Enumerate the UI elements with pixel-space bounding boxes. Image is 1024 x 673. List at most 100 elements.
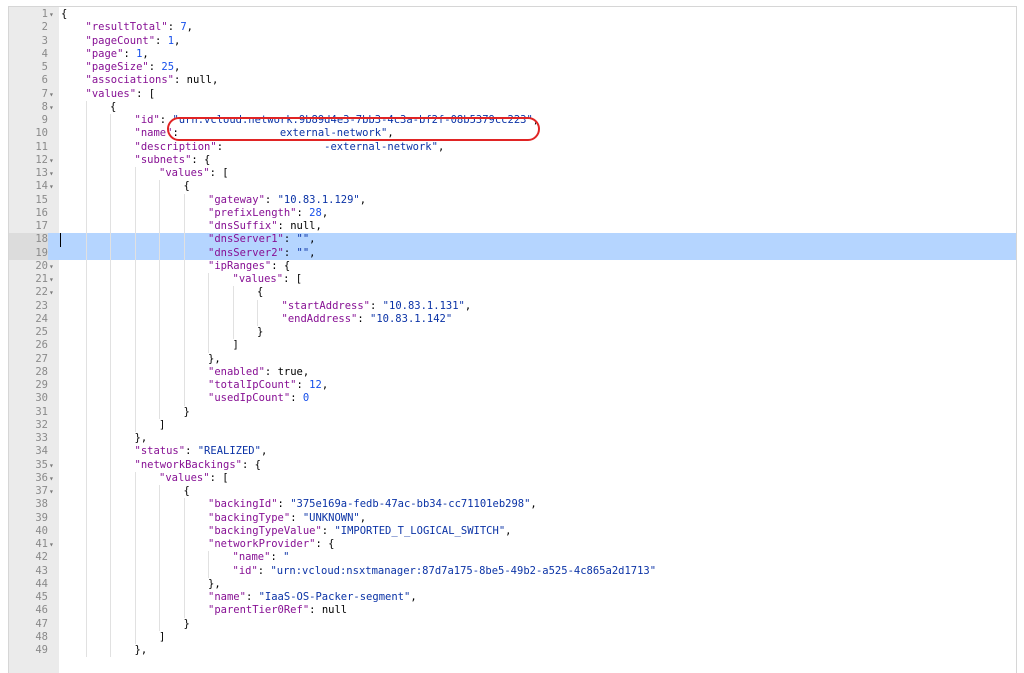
code-line[interactable]: 29 "totalIpCount": 12, bbox=[9, 379, 1016, 393]
indent-guide bbox=[61, 300, 86, 313]
code-line[interactable]: 4 "page": 1, bbox=[9, 48, 1016, 61]
code-line[interactable]: 8 ▾ { bbox=[9, 100, 1016, 114]
code-line[interactable]: 27}, bbox=[9, 352, 1016, 366]
code-line[interactable]: 14 ▾ { bbox=[9, 180, 1016, 194]
code-line[interactable]: 9 "id": "urn:vcloud:network:9b89d4e3-7bb3… bbox=[9, 114, 1016, 128]
code-line[interactable]: 38 "backingId": "375e169a-fedb-47ac-bb34-… bbox=[9, 498, 1016, 512]
line-number: 17 bbox=[35, 220, 48, 232]
code-line[interactable]: 6 "associations": null, bbox=[9, 74, 1016, 87]
code-lines[interactable]: 1 ▾{2 "resultTotal": 7, 3 "pageCount": 1, 4 "p… bbox=[9, 8, 1016, 658]
code-line[interactable]: 39 "backingType": "UNKNOWN", bbox=[9, 511, 1016, 525]
code-token: ] bbox=[159, 418, 166, 431]
indent-guide bbox=[85, 458, 111, 472]
code-line[interactable]: 23 "startAddress": "10.83.1.131", bbox=[9, 299, 1016, 313]
code-line[interactable]: 3 "pageCount": 1, bbox=[9, 35, 1016, 48]
code-line[interactable]: 40 "backingTypeValue": "IMPORTED_T_LOGICA… bbox=[9, 524, 1016, 538]
json-editor[interactable]: 1 ▾{2 "resultTotal": 7, 3 "pageCount": 1, 4 "p… bbox=[8, 6, 1017, 673]
code-token: : [ bbox=[136, 87, 156, 100]
code-line[interactable]: 19 "dnsServer2": "", bbox=[9, 246, 1016, 260]
indent-guide bbox=[61, 379, 86, 392]
code-token: "pageCount" bbox=[85, 34, 156, 47]
code-line[interactable]: 30 "usedIpCount": 0 bbox=[9, 392, 1016, 406]
indent-guide bbox=[159, 511, 184, 525]
indent-guide bbox=[85, 485, 111, 499]
code-line[interactable]: 26] bbox=[9, 339, 1016, 353]
fold-toggle-icon[interactable]: ▾ bbox=[49, 485, 58, 498]
fold-toggle-icon[interactable]: ▾ bbox=[49, 180, 58, 193]
indent-guide bbox=[183, 591, 209, 605]
fold-toggle-icon[interactable]: ▾ bbox=[49, 167, 58, 180]
fold-toggle-icon[interactable]: ▾ bbox=[49, 273, 58, 286]
code-line[interactable]: 33}, bbox=[9, 432, 1016, 446]
fold-toggle-icon[interactable]: ▾ bbox=[49, 472, 58, 485]
indent-guide bbox=[85, 352, 111, 366]
code-line[interactable]: 34 "status": "REALIZED", bbox=[9, 445, 1016, 459]
code-line[interactable]: 32] bbox=[9, 418, 1016, 432]
code-token: : bbox=[245, 591, 259, 603]
code-line[interactable]: 15 "gateway": "10.83.1.129", bbox=[9, 193, 1016, 207]
fold-toggle-icon[interactable]: ▾ bbox=[49, 154, 58, 167]
code-line[interactable]: 41 ▾ "networkProvider": { bbox=[9, 538, 1016, 552]
indent-guide bbox=[61, 512, 86, 525]
indent-guide bbox=[85, 100, 111, 114]
code-line[interactable]: 47} bbox=[9, 617, 1016, 631]
code-line[interactable]: 31} bbox=[9, 405, 1016, 419]
indent-guide bbox=[85, 498, 111, 512]
code-content: { bbox=[61, 180, 190, 194]
indent-guide bbox=[110, 538, 135, 552]
fold-toggle-icon[interactable]: ▾ bbox=[49, 101, 58, 114]
code-line[interactable]: 7 ▾ "values": [ bbox=[9, 88, 1016, 101]
code-line[interactable]: 45 "name": "IaaS-OS-Packer-segment", bbox=[9, 591, 1016, 605]
fold-toggle-icon[interactable]: ▾ bbox=[49, 260, 58, 273]
indent-guide bbox=[183, 352, 209, 366]
indent-guide bbox=[183, 299, 209, 313]
code-line[interactable]: 44}, bbox=[9, 577, 1016, 591]
line-number: 4 bbox=[41, 47, 48, 60]
code-line[interactable]: 12 ▾ "subnets": { bbox=[9, 153, 1016, 167]
code-line[interactable]: 42 "name": " bbox=[9, 551, 1016, 565]
code-line[interactable]: 21 ▾ "values": [ bbox=[9, 273, 1016, 287]
code-line[interactable]: 43 "id": "urn:vcloud:nsxtmanager:87d7a175… bbox=[9, 564, 1016, 578]
code-token: "10.83.1.142" bbox=[370, 312, 453, 325]
code-line[interactable]: 2 "resultTotal": 7, bbox=[9, 21, 1016, 34]
fold-toggle-icon[interactable]: ▾ bbox=[49, 88, 58, 101]
indent-guide bbox=[61, 233, 86, 246]
fold-toggle-icon[interactable]: ▾ bbox=[49, 459, 58, 472]
code-line[interactable]: 24 "endAddress": "10.83.1.142" bbox=[9, 312, 1016, 326]
code-token: "name" bbox=[208, 591, 246, 603]
code-line[interactable]: 25} bbox=[9, 326, 1016, 340]
code-token: "values" bbox=[159, 471, 210, 484]
code-line[interactable]: 20 ▾ "ipRanges": { bbox=[9, 259, 1016, 273]
code-line[interactable]: 22 ▾ { bbox=[9, 286, 1016, 300]
indent-guide bbox=[134, 405, 160, 419]
code-line[interactable]: 16 "prefixLength": 28, bbox=[9, 206, 1016, 220]
line-number: 49 bbox=[35, 644, 48, 656]
code-line[interactable]: 48] bbox=[9, 630, 1016, 644]
code-token: "IaaS-OS-Packer-segment" bbox=[258, 591, 411, 603]
code-line[interactable]: 49}, bbox=[9, 644, 1016, 658]
fold-toggle-icon[interactable]: ▾ bbox=[49, 538, 58, 551]
code-line[interactable]: 5 "pageSize": 25, bbox=[9, 61, 1016, 74]
code-line[interactable]: 13 ▾ "values": [ bbox=[9, 167, 1016, 181]
code-line[interactable]: 10 "name": external-network", bbox=[9, 127, 1016, 141]
indent-guide bbox=[85, 551, 111, 565]
code-token: "backingType" bbox=[208, 511, 291, 524]
code-token: "description" bbox=[134, 140, 217, 153]
code-line[interactable]: 37 ▾ { bbox=[9, 485, 1016, 499]
code-line[interactable]: 46 "parentTier0Ref": null bbox=[9, 604, 1016, 618]
code-token: 25 bbox=[161, 61, 175, 73]
indent-guide bbox=[110, 167, 135, 181]
code-token: } bbox=[183, 617, 190, 630]
fold-toggle-icon[interactable]: ▾ bbox=[49, 286, 58, 299]
code-line[interactable]: 36 ▾ "values": [ bbox=[9, 471, 1016, 485]
code-line[interactable]: 11 "description": -external-network", bbox=[9, 140, 1016, 154]
fold-toggle-icon[interactable]: ▾ bbox=[49, 8, 58, 21]
code-line[interactable]: 18 "dnsServer1": "", bbox=[9, 233, 1016, 247]
code-token: "urn:vcloud:network:9b89d4e3-7bb3-4c3a-b… bbox=[172, 114, 533, 126]
code-line[interactable]: 1 ▾{ bbox=[9, 8, 1016, 21]
line-number: 1 bbox=[41, 8, 48, 20]
code-token: , bbox=[530, 498, 537, 511]
code-line[interactable]: 17 "dnsSuffix": null, bbox=[9, 220, 1016, 234]
code-line[interactable]: 28 "enabled": true, bbox=[9, 365, 1016, 379]
code-line[interactable]: 35 ▾ "networkBackings": { bbox=[9, 458, 1016, 472]
